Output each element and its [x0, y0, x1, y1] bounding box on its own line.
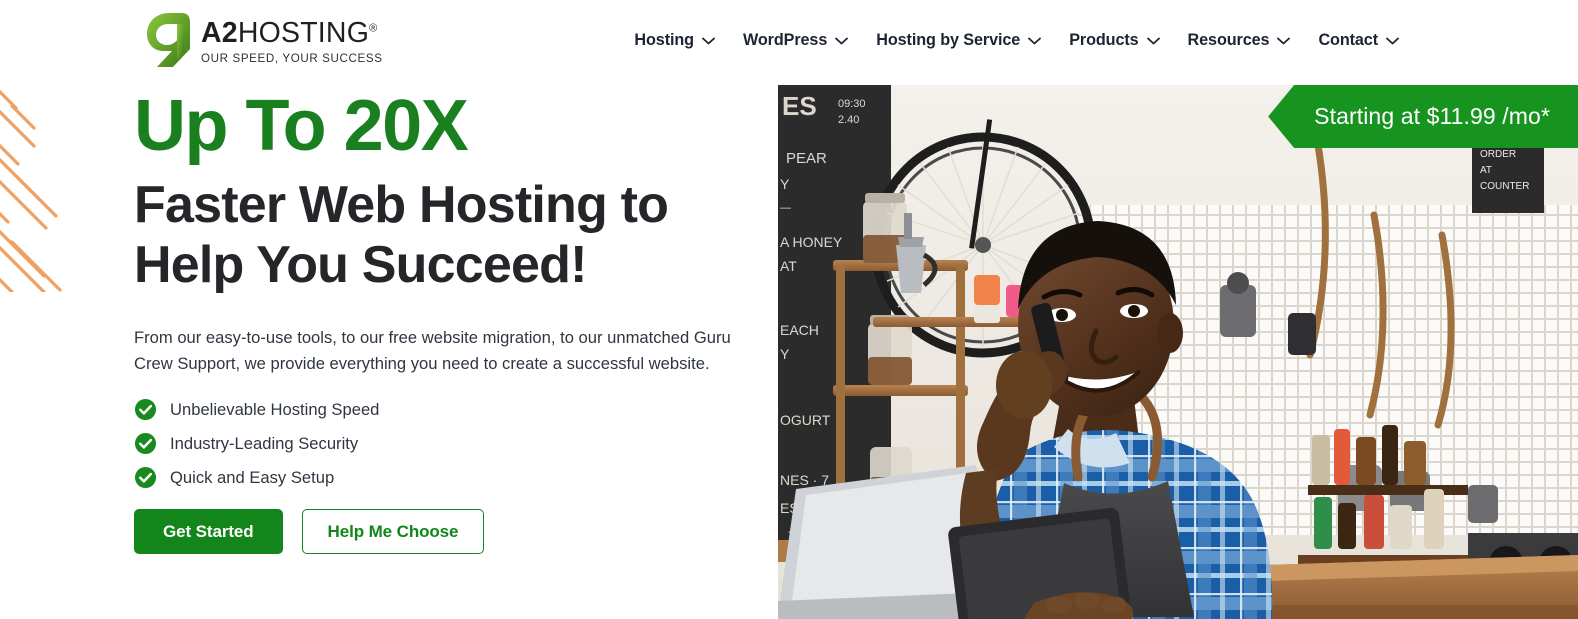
diagonal-stripes-decoration: [0, 72, 122, 326]
svg-text:COUNTER: COUNTER: [1480, 181, 1529, 192]
chevron-down-icon: [1028, 37, 1042, 44]
list-item: Quick and Easy Setup: [134, 466, 784, 489]
chevron-down-icon: [702, 37, 715, 44]
nav-item-resources[interactable]: Resources: [1174, 28, 1305, 53]
price-banner-text: Starting at $11.99 /mo*: [1314, 103, 1550, 129]
main-navigation: Hosting WordPress Hosting by Service Pro…: [620, 28, 1413, 53]
hero-cta-row: Get Started Help Me Choose: [134, 509, 784, 555]
feature-label: Industry-Leading Security: [170, 433, 359, 453]
get-started-button[interactable]: Get Started: [134, 509, 283, 555]
hero-headline-line-1: Faster Web Hosting to: [134, 176, 669, 235]
check-circle-icon: [134, 467, 157, 489]
chevron-down-icon: [1277, 37, 1291, 44]
nav-item-wordpress[interactable]: WordPress: [729, 28, 862, 53]
nav-item-products[interactable]: Products: [1055, 28, 1173, 53]
hero-feature-list: Unbelievable Hosting Speed Industry-Lead…: [134, 398, 784, 489]
check-circle-icon: [134, 433, 157, 455]
svg-text:PEAR: PEAR: [786, 150, 827, 167]
logo-wordmark: A2HOSTING® OUR SPEED, YOUR SUCCESS: [201, 17, 383, 66]
svg-text:ORDER: ORDER: [1480, 149, 1516, 160]
nav-label: Contact: [1318, 31, 1378, 49]
hero-photo: ES 09:30 2.40 PEAR Y — A HONEY AT EACH Y…: [778, 85, 1578, 619]
nav-label: Products: [1069, 31, 1139, 49]
site-header: A2HOSTING® OUR SPEED, YOUR SUCCESS Hosti…: [0, 0, 1578, 84]
svg-text:2.40: 2.40: [838, 114, 859, 126]
hero-headline-line-2: Help You Succeed!: [134, 235, 587, 294]
logo-title-bold: A2: [201, 16, 238, 49]
nav-label: Hosting: [634, 31, 694, 49]
nav-label: Hosting by Service: [876, 31, 1021, 49]
list-item: Industry-Leading Security: [134, 432, 784, 455]
svg-text:AT: AT: [1480, 165, 1492, 176]
check-circle-icon: [134, 399, 157, 421]
hero-eyebrow-headline: Up To 20X: [134, 86, 469, 166]
svg-text:09:30: 09:30: [838, 98, 866, 110]
chevron-down-icon: [1146, 37, 1160, 44]
feature-label: Quick and Easy Setup: [170, 467, 335, 487]
hero-headline: Faster Web Hosting to Help You Succeed!: [134, 176, 784, 295]
a2-hosting-logo[interactable]: A2HOSTING® OUR SPEED, YOUR SUCCESS: [146, 12, 383, 70]
chevron-down-icon: [835, 37, 849, 44]
logo-tagline: OUR SPEED, YOUR SUCCESS: [201, 52, 383, 66]
logo-title-light: HOSTING: [237, 16, 370, 49]
chevron-down-icon: [1386, 37, 1399, 44]
svg-text:OGURT: OGURT: [780, 412, 831, 428]
hero-description: From our easy-to-use tools, to our free …: [134, 327, 731, 373]
nav-item-hosting[interactable]: Hosting: [620, 28, 729, 53]
list-item: Unbelievable Hosting Speed: [134, 398, 784, 421]
nav-label: WordPress: [742, 31, 828, 49]
feature-label: Unbelievable Hosting Speed: [170, 399, 380, 419]
a2-logo-mark-icon: [147, 13, 190, 67]
price-banner[interactable]: Starting at $11.99 /mo*: [1268, 85, 1578, 148]
nav-label: Resources: [1187, 31, 1270, 49]
page-root: A2HOSTING® OUR SPEED, YOUR SUCCESS Hosti…: [0, 0, 1578, 619]
logo-title: A2HOSTING®: [201, 19, 383, 48]
svg-text:A HONEY: A HONEY: [780, 234, 843, 250]
nav-item-hosting-by-service[interactable]: Hosting by Service: [862, 28, 1055, 53]
help-me-choose-button[interactable]: Help Me Choose: [301, 509, 485, 555]
hero-content: Up To 20X Faster Web Hosting to Help You…: [134, 86, 784, 555]
svg-text:ES: ES: [782, 91, 817, 121]
nav-item-contact[interactable]: Contact: [1304, 28, 1413, 53]
registered-mark-icon: ®: [369, 22, 378, 35]
svg-text:EACH: EACH: [780, 322, 819, 338]
